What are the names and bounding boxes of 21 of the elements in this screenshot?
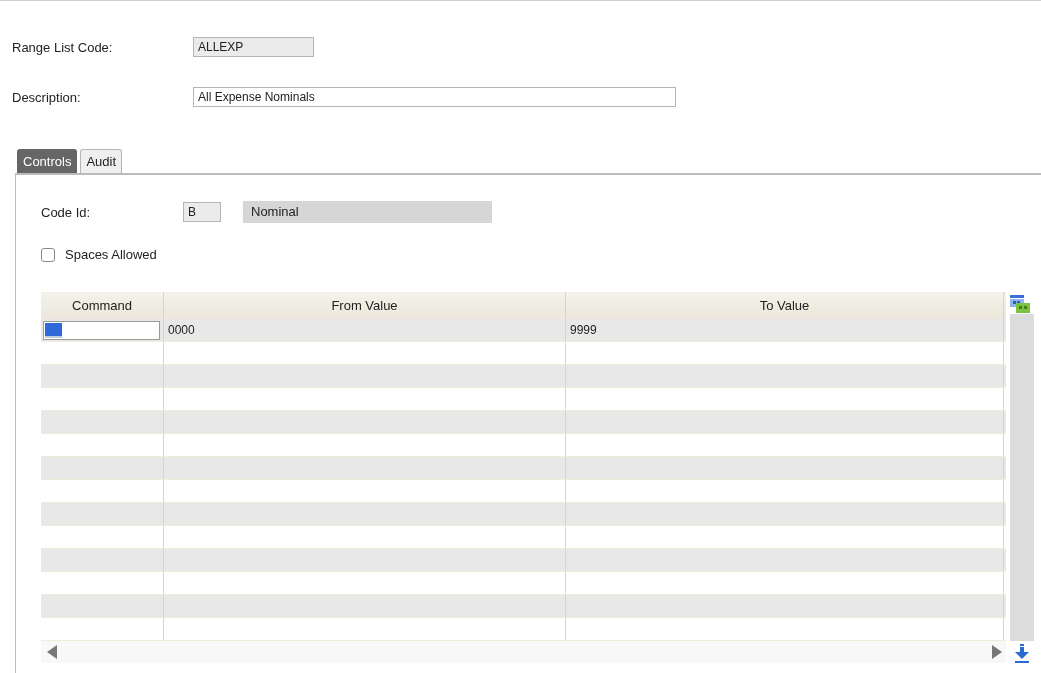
grid-layout-icon[interactable]: [1009, 294, 1031, 314]
table-cell: 9999: [566, 319, 1004, 341]
code-id-field[interactable]: B: [183, 202, 221, 222]
text-field[interactable]: ALLEXP: [193, 37, 314, 57]
field-label: Code Id:: [41, 204, 92, 220]
vertical-scrollbar[interactable]: [1010, 314, 1034, 641]
text-field[interactable]: All Expense Nominals: [193, 87, 676, 107]
text-cursor-icon: [45, 322, 62, 338]
scroll-left-icon[interactable]: [47, 645, 57, 659]
field-label: Range List Code:: [12, 39, 114, 55]
command-input[interactable]: [43, 320, 160, 340]
table-cell: 0000: [164, 319, 566, 341]
tab[interactable]: Controls: [17, 149, 78, 173]
tab[interactable]: Audit: [80, 149, 123, 173]
horizontal-scrollbar[interactable]: [41, 641, 1006, 663]
field-label: Description:: [12, 89, 82, 105]
checkbox-label: Spaces Allowed: [65, 247, 157, 262]
code-name-display: Nominal: [243, 201, 492, 223]
table-row[interactable]: 0000 9999: [41, 319, 1006, 342]
checkbox[interactable]: [41, 247, 55, 262]
download-arrow-icon[interactable]: [1014, 643, 1030, 663]
